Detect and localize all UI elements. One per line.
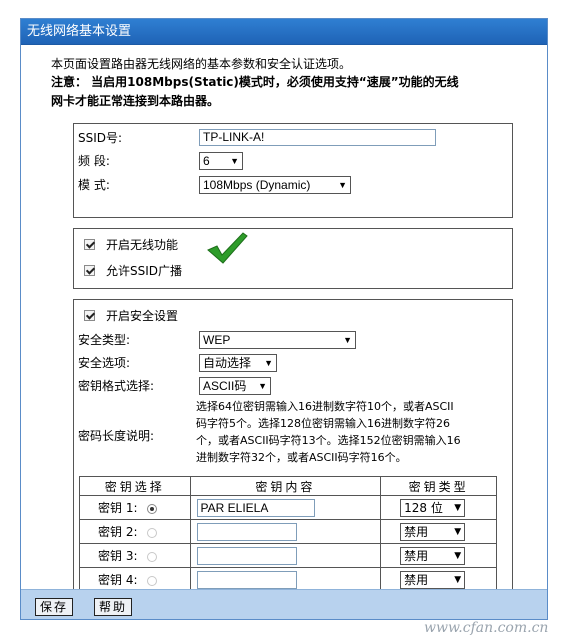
explain-line: 码字符5个。选择128位密钥需输入16进制数字符26 [196, 417, 450, 430]
channel-select[interactable]: 6 ▼ [199, 152, 243, 170]
ssid-broadcast-label: 允许SSID广播 [106, 264, 183, 278]
channel-value: 6 [203, 154, 210, 168]
mode-select[interactable]: 108Mbps (Dynamic) ▼ [199, 176, 351, 194]
key4-label: 密钥 4: [98, 573, 138, 587]
key-format-select[interactable]: ASCII码 ▼ [199, 377, 271, 395]
chevron-down-icon: ▼ [454, 574, 462, 585]
key-format-label: 密钥格式选择: [78, 379, 155, 393]
enable-wireless-checkbox[interactable] [84, 239, 95, 250]
header-key-content: 密钥内容 [189, 476, 382, 496]
intro-note-line2: 网卡才能正常连接到本路由器。 [51, 94, 220, 108]
key4-type-select[interactable]: 禁用 ▼ [400, 570, 466, 589]
key1-type-select[interactable]: 128 位 ▼ [400, 498, 466, 517]
enable-security-checkbox[interactable] [84, 310, 95, 321]
enable-wireless-label: 开启无线功能 [106, 238, 179, 252]
header-key-select: 密钥选择 [79, 476, 191, 496]
key3-type-value: 禁用 [404, 548, 429, 563]
key-length-explanation: 选择64位密钥需输入16进制数字符10个，或者ASCII 码字符5个。选择128… [196, 398, 496, 466]
key-format-value: ASCII码 [203, 379, 247, 393]
key1-type-value: 128 位 [404, 500, 443, 515]
mode-label: 模 式: [78, 178, 110, 192]
security-option-label: 安全选项: [78, 356, 131, 370]
key1-label: 密钥 1: [98, 501, 138, 515]
ssid-label: SSID号: [78, 131, 123, 145]
security-option-value: 自动选择 [203, 356, 252, 370]
intro-note-line1: 注意： 当启用108Mbps(Static)模式时，必须使用支持“速展”功能的无… [51, 75, 459, 89]
help-button[interactable]: 帮助 [94, 598, 133, 616]
key3-content-input[interactable] [196, 546, 297, 565]
save-button[interactable]: 保存 [35, 598, 74, 616]
key4-type-value: 禁用 [404, 572, 429, 587]
ssid-broadcast-checkbox[interactable] [84, 265, 95, 276]
chevron-down-icon: ▼ [264, 358, 273, 368]
table-row: 密钥 2: 禁用 ▼ [79, 519, 497, 544]
explain-line: 个，或者ASCII码字符13个。选择152位密钥需输入16 [196, 434, 461, 447]
table-row: 密钥 3: 禁用 ▼ [79, 543, 497, 568]
header-key-type: 密钥类型 [380, 476, 497, 496]
wireless-toggle-group: 开启无线功能 允许SSID广播 [73, 228, 513, 289]
bottom-toolbar: 保存 帮助 [21, 589, 547, 619]
chevron-down-icon: ▼ [454, 526, 462, 537]
explain-line: 选择64位密钥需输入16进制数字符10个，或者ASCII [196, 400, 454, 413]
enable-security-label: 开启安全设置 [106, 309, 179, 323]
chevron-down-icon: ▼ [338, 180, 347, 190]
key1-radio[interactable] [147, 503, 158, 514]
key2-type-value: 禁用 [404, 524, 429, 539]
key4-radio[interactable] [147, 575, 158, 586]
settings-panel: 无线网络基本设置 本页面设置路由器无线网络的基本参数和安全认证选项。 注意： 当… [20, 18, 548, 620]
panel-title: 无线网络基本设置 [21, 19, 547, 45]
watermark: www.cfan.com.cn [424, 620, 549, 636]
key-table-header: 密钥选择 密钥内容 密钥类型 [79, 476, 497, 496]
ssid-input[interactable]: TP-LINK-A! [199, 129, 436, 146]
key1-content-input[interactable]: PAR ELIELA [196, 498, 315, 517]
table-row: 密钥 1: PAR ELIELA 128 位 ▼ [79, 495, 497, 520]
mode-value: 108Mbps (Dynamic) [203, 178, 311, 192]
security-type-value: WEP [203, 333, 231, 347]
explain-line: 进制数字符32个，或者ASCII码字符16个。 [196, 451, 407, 464]
key2-radio[interactable] [147, 527, 158, 538]
key-length-label: 密码长度说明: [78, 429, 155, 443]
green-checkmark-icon [207, 232, 248, 264]
security-group: 开启安全设置 安全类型: WEP ▼ 安全选项: 自动选择 ▼ 密钥格式选择: … [73, 299, 513, 601]
intro-description: 本页面设置路由器无线网络的基本参数和安全认证选项。 [51, 57, 352, 71]
chevron-down-icon: ▼ [258, 381, 267, 391]
basic-settings-group: SSID号: TP-LINK-A! 频 段: 6 ▼ 模 式: 108Mbps … [73, 123, 513, 218]
security-type-select[interactable]: WEP ▼ [199, 331, 356, 349]
key2-label: 密钥 2: [98, 525, 138, 539]
key3-label: 密钥 3: [98, 549, 138, 563]
channel-label: 频 段: [78, 154, 110, 168]
key2-type-select[interactable]: 禁用 ▼ [400, 522, 466, 541]
table-row: 密钥 4: 禁用 ▼ [79, 567, 497, 592]
chevron-down-icon: ▼ [454, 502, 462, 513]
chevron-down-icon: ▼ [343, 335, 352, 345]
key3-type-select[interactable]: 禁用 ▼ [400, 546, 466, 565]
security-option-select[interactable]: 自动选择 ▼ [199, 354, 277, 372]
chevron-down-icon: ▼ [454, 550, 462, 561]
chevron-down-icon: ▼ [230, 156, 239, 166]
key-table: 密钥选择 密钥内容 密钥类型 密钥 1: PAR ELIELA 128 位 ▼ [79, 476, 497, 592]
security-type-label: 安全类型: [78, 333, 131, 347]
key2-content-input[interactable] [196, 522, 297, 541]
key4-content-input[interactable] [196, 570, 297, 589]
key3-radio[interactable] [147, 551, 158, 562]
intro-text: 本页面设置路由器无线网络的基本参数和安全认证选项。 注意： 当启用108Mbps… [51, 55, 531, 111]
